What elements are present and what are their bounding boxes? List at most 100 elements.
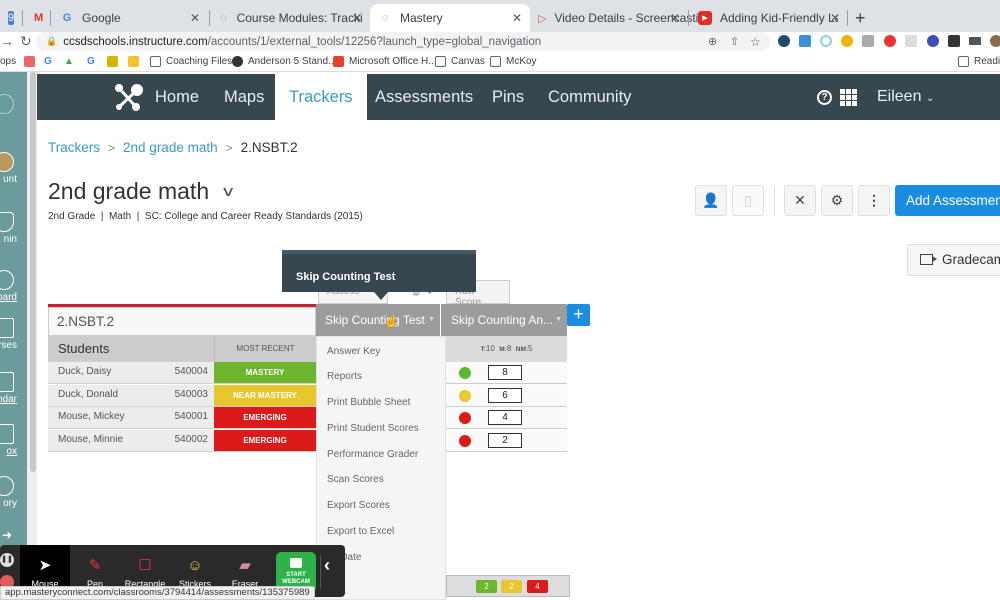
tab-screencastify[interactable]: ▷ Video Details - Screencastify ✕: [530, 4, 708, 32]
user-menu[interactable]: Eileen ⌄: [877, 74, 934, 122]
reload-icon[interactable]: ↻: [20, 33, 32, 50]
menu-performance-grader[interactable]: Performance Grader: [327, 449, 418, 460]
bookmark-canvas[interactable]: Canvas: [435, 56, 485, 67]
assessment-header-skip-counting-test[interactable]: Skip Counting Test ▼: [316, 304, 440, 336]
students-header[interactable]: Students: [48, 336, 214, 362]
menu-reports[interactable]: Reports: [327, 371, 362, 382]
menu-print-student-scores[interactable]: Print Student Scores: [327, 423, 419, 434]
tab-google[interactable]: G Google ✕: [52, 4, 208, 32]
bookmark-icon[interactable]: [24, 56, 40, 67]
bookmark-classroom[interactable]: [107, 56, 123, 67]
lms-nav-admin[interactable]: nin: [0, 212, 27, 245]
media-icon[interactable]: [969, 37, 981, 45]
pause-recording-button[interactable]: ❚❚: [0, 553, 14, 567]
student-row[interactable]: Mouse, Mickey 540001: [48, 407, 214, 429]
zoom-icon[interactable]: ⊕: [708, 35, 717, 48]
menu-answer-key[interactable]: Answer Key: [327, 346, 380, 357]
settings-button[interactable]: ⚙: [821, 185, 853, 216]
collapse-toolbar-button[interactable]: ‹: [324, 555, 330, 576]
chevron-down-icon[interactable]: ∨: [221, 183, 236, 200]
extension-icon[interactable]: [905, 35, 917, 47]
bookmark-coaching-files[interactable]: Coaching Files: [150, 56, 232, 67]
menu-export-scores[interactable]: Export Scores: [327, 500, 390, 511]
apps-grid-icon[interactable]: [840, 89, 857, 106]
extension-icon[interactable]: [927, 35, 939, 47]
most-recent-header[interactable]: MOST RECENT: [214, 336, 316, 362]
students-button[interactable]: 👤: [695, 185, 727, 216]
score-input[interactable]: 2: [488, 433, 522, 448]
lms-logo[interactable]: [0, 94, 27, 116]
nav-maps[interactable]: Maps: [210, 74, 278, 120]
nav-pins[interactable]: Pins: [478, 74, 538, 120]
new-tab-button[interactable]: +: [855, 8, 866, 29]
close-tab-icon[interactable]: ✕: [352, 11, 362, 25]
tab-gmail[interactable]: M: [26, 4, 52, 32]
lms-nav-calendar[interactable]: ndar: [0, 372, 27, 405]
nav-assessments[interactable]: Assessments: [361, 74, 487, 120]
lms-nav-dashboard[interactable]: board: [0, 270, 27, 303]
tab-separator: [22, 10, 23, 26]
forward-icon[interactable]: →: [0, 33, 14, 49]
scrollbar-thumb[interactable]: [30, 72, 36, 472]
extension-icon[interactable]: [884, 35, 896, 47]
cursor-icon: ➤: [38, 557, 52, 574]
breadcrumb-trackers[interactable]: Trackers: [48, 140, 100, 155]
extension-icon[interactable]: [862, 35, 874, 47]
status-badge: MASTERY: [214, 362, 316, 384]
extension-icon[interactable]: [820, 35, 832, 47]
tab-mastery[interactable]: ◌ Mastery ✕: [370, 4, 530, 32]
tab-youtube[interactable]: ▶ Adding Kid-Friendly Language ✕: [690, 4, 848, 32]
nav-trackers[interactable]: Trackers: [275, 74, 367, 120]
url-input[interactable]: 🔒 ccsdschools.instructure.com/accounts/1…: [36, 32, 770, 51]
bookmark-drive[interactable]: ▲: [64, 56, 74, 67]
extension-icon[interactable]: [799, 35, 811, 47]
extension-icon[interactable]: [841, 35, 853, 47]
add-column-button[interactable]: +: [567, 304, 590, 326]
student-row[interactable]: Duck, Donald 540003: [48, 385, 214, 407]
lms-nav-inbox[interactable]: ox: [0, 424, 27, 457]
close-tab-icon[interactable]: ✕: [190, 11, 200, 25]
lms-nav-courses[interactable]: rses: [0, 318, 27, 351]
bookmark-star-icon[interactable]: ☆: [750, 35, 761, 49]
score-input[interactable]: 6: [488, 388, 522, 403]
tab-course-modules[interactable]: ◌ Course Modules: Tracking a 2n ✕: [210, 4, 370, 32]
close-tab-icon[interactable]: ✕: [830, 11, 840, 25]
more-options-button[interactable]: ⋮: [858, 185, 890, 216]
menu-scan-scores[interactable]: Scan Scores: [327, 474, 384, 485]
chevron-right-icon: >: [108, 140, 116, 155]
lms-nav-more[interactable]: ➜: [0, 528, 27, 542]
close-tab-icon[interactable]: ✕: [512, 11, 522, 25]
menu-print-bubble-sheet[interactable]: Print Bubble Sheet: [327, 397, 410, 408]
lms-nav-account[interactable]: unt: [0, 152, 27, 185]
nav-home[interactable]: Home: [141, 74, 213, 120]
student-row[interactable]: Mouse, Minnie 540002: [48, 430, 214, 452]
notebook-button[interactable]: ▯: [732, 185, 764, 216]
bookmark-anderson5[interactable]: Anderson 5 Stand...: [232, 56, 336, 67]
assessment-header-skip-counting-an[interactable]: Skip Counting An... ▼: [441, 304, 567, 336]
mastery-logo-icon[interactable]: [114, 83, 144, 111]
nav-community[interactable]: Community: [534, 74, 645, 120]
bookmark-keep[interactable]: [128, 56, 144, 67]
close-tab-icon[interactable]: ✕: [670, 11, 680, 25]
profile-avatar[interactable]: [990, 35, 1000, 47]
extension-icon[interactable]: [778, 35, 790, 47]
help-icon[interactable]: ?: [817, 90, 832, 105]
lms-nav-history[interactable]: ory: [0, 476, 27, 509]
share-icon[interactable]: ⇧: [730, 35, 739, 48]
score-input[interactable]: 4: [488, 410, 522, 425]
student-row[interactable]: Duck, Daisy 540004: [48, 362, 214, 384]
score-input[interactable]: 8: [488, 365, 522, 380]
sticker-icon: ☺: [187, 557, 203, 574]
tools-button[interactable]: ✕: [784, 185, 816, 216]
menu-export-to-excel[interactable]: Export to Excel: [327, 526, 394, 537]
reading-list[interactable]: Readi: [958, 56, 1000, 67]
add-assessment-button[interactable]: Add Assessment: [895, 185, 1000, 216]
breadcrumb-tracker[interactable]: 2nd grade math: [123, 140, 218, 155]
bookmark-google[interactable]: G: [44, 56, 52, 67]
gradecam-button[interactable]: Gradecam: [907, 244, 1000, 276]
bookmark-office[interactable]: Microsoft Office H...: [333, 56, 437, 67]
bookmark-mckoy[interactable]: McKoy: [490, 56, 537, 67]
puzzle-icon[interactable]: [948, 35, 960, 47]
bookmark-google[interactable]: G: [87, 56, 95, 67]
bookmark-apps[interactable]: ops: [0, 56, 16, 67]
